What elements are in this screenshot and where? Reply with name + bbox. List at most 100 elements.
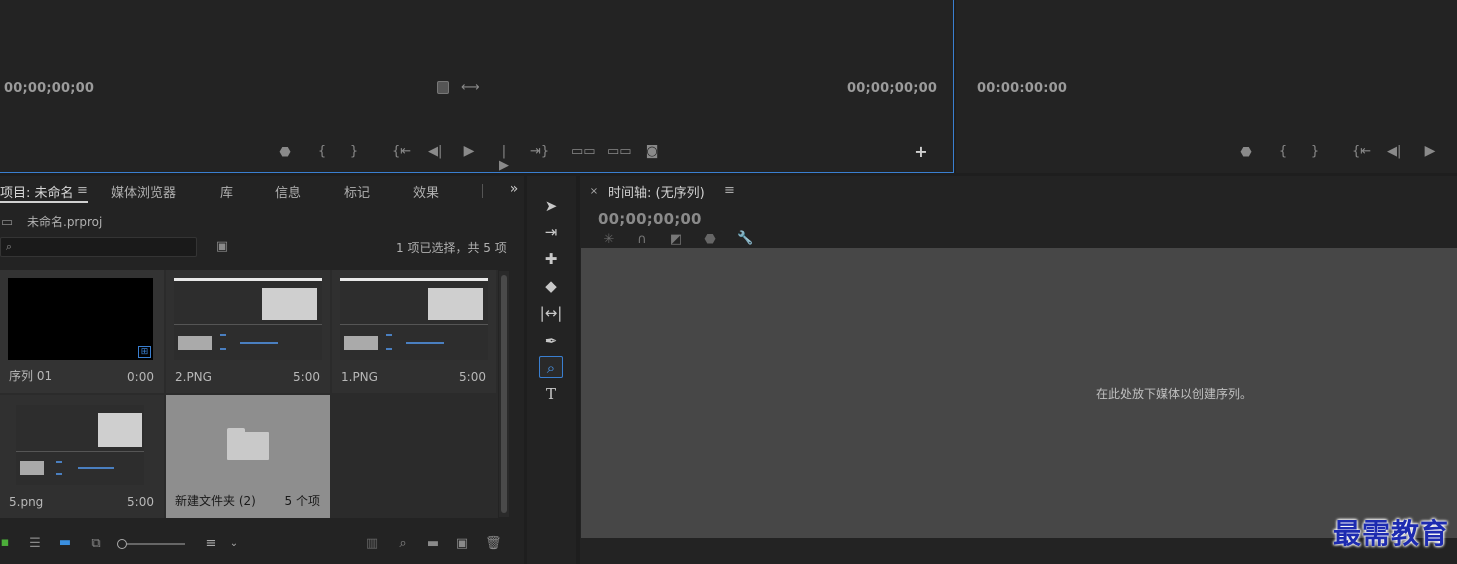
folder-icon (227, 428, 269, 460)
project-items-grid: ⊞ 序列 01 0:00 2.PNG 5:00 1.PNG 5:00 5.png… (0, 270, 498, 518)
search-icon: ⌕ (5, 240, 13, 253)
source-timecode-current[interactable]: 00;00;00;00 (4, 81, 94, 96)
chevron-down-icon[interactable]: ⌄ (229, 537, 239, 551)
tools-panel: ➤ ⇥ ✚ ◆ |↔| ✒ ⌕ T (527, 176, 576, 564)
type-tool-icon[interactable]: T (539, 383, 563, 405)
item-name: 2.PNG (175, 370, 212, 384)
panel-menu-icon[interactable]: ≡ (724, 184, 735, 198)
zoom-slider-track[interactable] (127, 543, 185, 545)
mark-in-icon[interactable]: { (316, 145, 328, 159)
sequence-icon: ⊞ (138, 346, 151, 358)
drag-audio-icon[interactable]: ⟷ (461, 81, 480, 95)
project-folder-icon: ▭ (0, 215, 14, 230)
list-item[interactable]: 1.PNG 5:00 (332, 270, 496, 393)
zoom-tool-icon[interactable]: ⌕ (539, 356, 563, 378)
tab-effects[interactable]: 效果 (413, 182, 439, 201)
icon-view-icon[interactable]: ▬ (58, 536, 72, 550)
more-tabs-icon[interactable]: » (507, 182, 521, 196)
go-to-out-icon[interactable]: ⇥} (530, 145, 549, 159)
panel-menu-icon[interactable]: ≡ (77, 184, 88, 198)
tab-libraries[interactable]: 库 (220, 182, 233, 201)
source-timecode-duration: 00;00;00;00 (847, 81, 938, 96)
button-editor-icon[interactable]: + (914, 144, 928, 160)
project-file-name: 未命名.prproj (27, 215, 103, 229)
trash-icon[interactable]: 🗑 (485, 537, 502, 551)
export-frame-icon[interactable]: ◙ (644, 145, 660, 159)
selection-tool-icon[interactable]: ➤ (539, 195, 563, 217)
list-item[interactable]: 5.png 5:00 (0, 395, 164, 518)
item-name: 5.png (9, 495, 44, 509)
close-icon[interactable]: × (589, 185, 599, 199)
add-marker-icon[interactable]: ⬣ (704, 233, 716, 247)
new-search-bin-icon[interactable]: ▣ (214, 240, 230, 254)
list-item[interactable]: ⊞ 序列 01 0:00 (0, 270, 164, 393)
new-bin-icon[interactable]: ▬ (425, 537, 441, 551)
selection-status: 1 项已选择，共 5 项 (396, 241, 507, 255)
freeform-view-icon[interactable]: ⧉ (86, 537, 106, 551)
item-name: 序列 01 (9, 369, 53, 383)
image-thumbnail (16, 405, 144, 485)
timeline-timecode[interactable]: 00;00;00;00 (598, 210, 702, 228)
new-item-icon[interactable]: ▣ (455, 537, 469, 551)
nest-icon[interactable]: ✳ (601, 233, 617, 247)
timeline-panel: × 时间轴: (无序列) ≡ 00;00;00;00 ✳ ∩ ◩ ⬣ 🔧 在此处… (580, 176, 1457, 564)
active-tab-indicator (0, 201, 88, 203)
lock-icon[interactable]: ▪ (0, 536, 10, 550)
step-back-icon[interactable]: ◀| (428, 145, 442, 159)
play-icon[interactable]: ▶ (1423, 144, 1437, 158)
tab-project[interactable]: 项目: 未命名 (0, 182, 74, 201)
step-forward-icon[interactable]: |▶ (497, 145, 511, 173)
empty-timeline-message: 在此处放下媒体以创建序列。 (1096, 387, 1253, 401)
insert-icon[interactable]: ▭▭ (571, 145, 596, 159)
ripple-edit-tool-icon[interactable]: ✚ (539, 248, 563, 270)
source-monitor[interactable]: 00;00;00;00 ⟷ 00;00;00;00 ⬣ { } {⇤ ◀| ▶ … (0, 0, 954, 173)
find-icon[interactable]: ⌕ (396, 537, 410, 551)
item-duration: 0:00 (127, 370, 154, 384)
search-input[interactable] (17, 239, 193, 255)
track-select-tool-icon[interactable]: ⇥ (539, 221, 563, 243)
add-marker-icon[interactable]: ⬣ (1240, 146, 1252, 160)
timeline-title[interactable]: 时间轴: (无序列) (608, 182, 705, 201)
program-monitor[interactable]: 00:00:00:00 ⬣ { } {⇤ ◀| ▶ (956, 0, 1457, 173)
overwrite-icon[interactable]: ▭▭ (607, 145, 632, 159)
sequence-thumbnail: ⊞ (8, 278, 153, 360)
add-marker-icon[interactable]: ⬣ (279, 146, 291, 160)
item-duration: 5:00 (127, 495, 154, 509)
project-panel: 项目: 未命名 ≡ 媒体浏览器 库 信息 标记 效果 » ▭ 未命名.prpro… (0, 176, 524, 564)
mark-out-icon[interactable]: } (1309, 145, 1321, 159)
list-item-selected[interactable]: 新建文件夹 (2) 5 个项 (166, 395, 330, 518)
tab-markers[interactable]: 标记 (344, 182, 370, 201)
list-item[interactable]: 2.PNG 5:00 (166, 270, 330, 393)
linked-selection-icon[interactable]: ◩ (668, 233, 684, 247)
wrench-icon[interactable]: 🔧 (737, 232, 753, 246)
tab-info[interactable]: 信息 (275, 182, 301, 201)
tab-media-browser[interactable]: 媒体浏览器 (111, 182, 176, 201)
automate-to-sequence-icon[interactable]: ▥ (364, 537, 380, 551)
grid-scrollbar[interactable] (499, 271, 509, 517)
go-to-in-icon[interactable]: {⇤ (1352, 145, 1371, 159)
tab-divider (482, 184, 483, 198)
image-thumbnail (340, 278, 488, 360)
zoom-slider-handle[interactable] (117, 539, 127, 549)
sort-icon[interactable]: ≡ (203, 537, 219, 551)
pen-tool-icon[interactable]: ✒ (539, 330, 563, 352)
timeline-drop-area[interactable]: 在此处放下媒体以创建序列。 (581, 248, 1457, 538)
mark-out-icon[interactable]: } (348, 145, 360, 159)
snap-icon[interactable]: ∩ (635, 233, 649, 247)
mark-in-icon[interactable]: { (1277, 145, 1289, 159)
scrollbar-thumb[interactable] (501, 275, 507, 513)
program-timecode[interactable]: 00:00:00:00 (977, 81, 1067, 96)
watermark-logo: 最需教育 (1332, 517, 1449, 550)
item-name: 新建文件夹 (2) (175, 494, 256, 508)
razor-tool-icon[interactable]: ◆ (539, 275, 563, 297)
item-duration: 5:00 (459, 370, 486, 384)
item-name: 1.PNG (341, 370, 378, 384)
search-field[interactable]: ⌕ (0, 237, 197, 257)
slip-tool-icon[interactable]: |↔| (539, 302, 563, 324)
play-icon[interactable]: ▶ (462, 144, 476, 158)
list-view-icon[interactable]: ☰ (26, 537, 44, 551)
step-back-icon[interactable]: ◀| (1387, 145, 1401, 159)
item-count: 5 个项 (284, 494, 320, 508)
go-to-in-icon[interactable]: {⇤ (392, 145, 411, 159)
drag-video-icon[interactable] (437, 81, 449, 94)
